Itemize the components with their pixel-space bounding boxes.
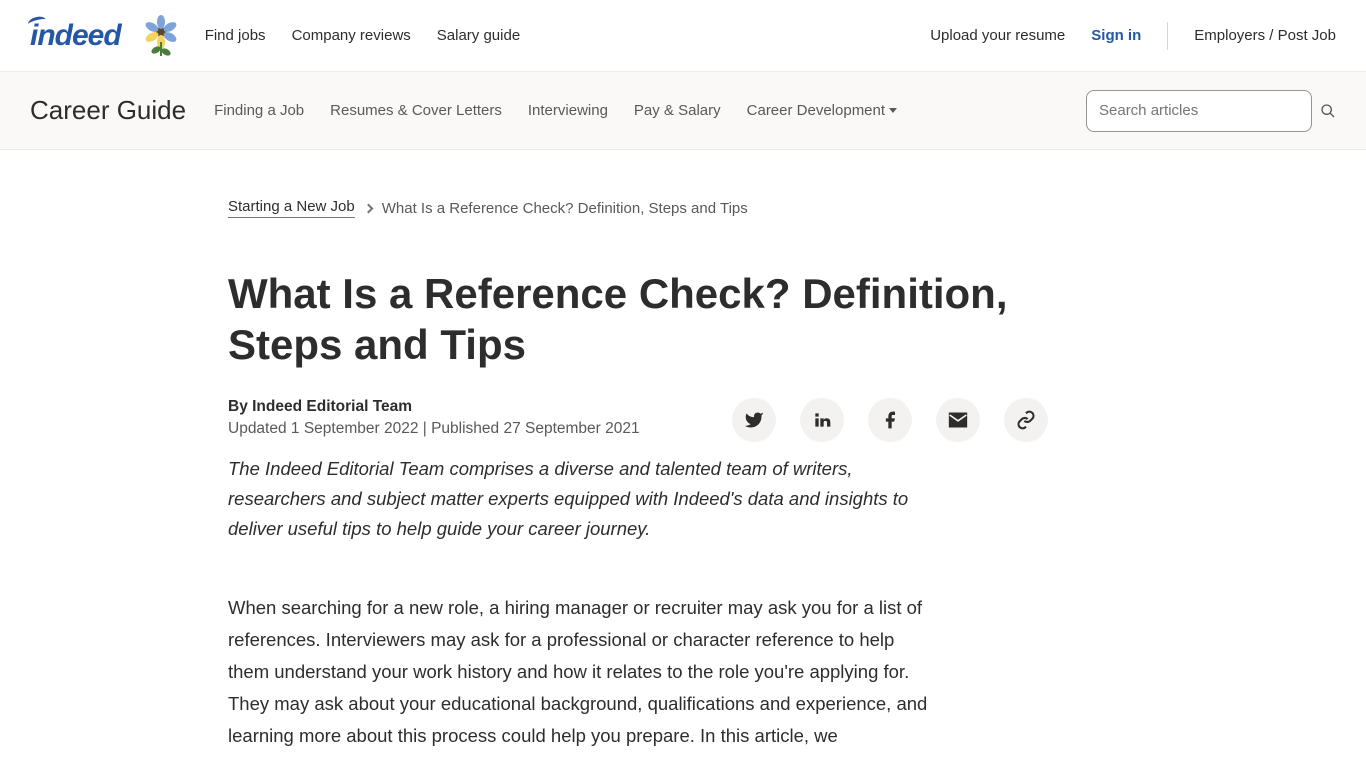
caret-down-icon bbox=[889, 108, 897, 113]
nav-find-jobs[interactable]: Find jobs bbox=[205, 27, 266, 44]
article-dates: Updated 1 September 2022 | Published 27 … bbox=[228, 420, 640, 438]
subnav-links: Finding a Job Resumes & Cover Letters In… bbox=[214, 102, 897, 119]
search-icon[interactable] bbox=[1320, 103, 1336, 119]
author-name: Indeed Editorial Team bbox=[252, 398, 412, 415]
article-title: What Is a Reference Check? Definition, S… bbox=[228, 268, 1038, 370]
linkedin-icon bbox=[812, 410, 832, 430]
article-main: Starting a New Job What Is a Reference C… bbox=[228, 150, 1048, 751]
subnav-career-dev-label: Career Development bbox=[747, 102, 885, 119]
editorial-note: The Indeed Editorial Team comprises a di… bbox=[228, 454, 918, 544]
breadcrumb: Starting a New Job What Is a Reference C… bbox=[228, 198, 1048, 218]
upload-resume-link[interactable]: Upload your resume bbox=[930, 27, 1065, 44]
sunflower-icon[interactable] bbox=[139, 14, 183, 58]
nav-primary: Find jobs Company reviews Salary guide bbox=[205, 27, 520, 44]
nav-company-reviews[interactable]: Company reviews bbox=[292, 27, 411, 44]
indeed-logo[interactable]: indeed bbox=[30, 19, 121, 53]
byline: By Indeed Editorial Team Updated 1 Septe… bbox=[228, 398, 640, 438]
career-guide-title[interactable]: Career Guide bbox=[30, 95, 186, 126]
email-icon bbox=[948, 410, 968, 430]
breadcrumb-current: What Is a Reference Check? Definition, S… bbox=[382, 200, 748, 217]
byline-row: By Indeed Editorial Team Updated 1 Septe… bbox=[228, 398, 1048, 442]
nav-salary-guide[interactable]: Salary guide bbox=[437, 27, 520, 44]
search-input[interactable] bbox=[1086, 90, 1312, 132]
share-row bbox=[732, 398, 1048, 442]
share-linkedin-button[interactable] bbox=[800, 398, 844, 442]
share-email-button[interactable] bbox=[936, 398, 980, 442]
employers-link[interactable]: Employers / Post Job bbox=[1194, 27, 1336, 44]
breadcrumb-parent[interactable]: Starting a New Job bbox=[228, 198, 355, 218]
article-body-paragraph: When searching for a new role, a hiring … bbox=[228, 592, 928, 751]
share-link-button[interactable] bbox=[1004, 398, 1048, 442]
subnav-resumes[interactable]: Resumes & Cover Letters bbox=[330, 102, 502, 119]
share-twitter-button[interactable] bbox=[732, 398, 776, 442]
subnav-finding-a-job[interactable]: Finding a Job bbox=[214, 102, 304, 119]
vertical-divider bbox=[1167, 22, 1168, 50]
subnav: Career Guide Finding a Job Resumes & Cov… bbox=[0, 72, 1366, 150]
top-header: indeed Find jobs Company reviews Salar bbox=[0, 0, 1366, 72]
facebook-icon bbox=[880, 410, 900, 430]
link-icon bbox=[1016, 410, 1036, 430]
signin-link[interactable]: Sign in bbox=[1091, 27, 1141, 44]
twitter-icon bbox=[744, 410, 764, 430]
share-facebook-button[interactable] bbox=[868, 398, 912, 442]
subnav-career-development[interactable]: Career Development bbox=[747, 102, 897, 119]
subnav-interviewing[interactable]: Interviewing bbox=[528, 102, 608, 119]
chevron-right-icon bbox=[363, 203, 373, 213]
search-wrap bbox=[1086, 90, 1336, 132]
nav-right: Upload your resume Sign in Employers / P… bbox=[930, 22, 1336, 50]
author-prefix: By bbox=[228, 398, 252, 415]
subnav-pay-salary[interactable]: Pay & Salary bbox=[634, 102, 721, 119]
